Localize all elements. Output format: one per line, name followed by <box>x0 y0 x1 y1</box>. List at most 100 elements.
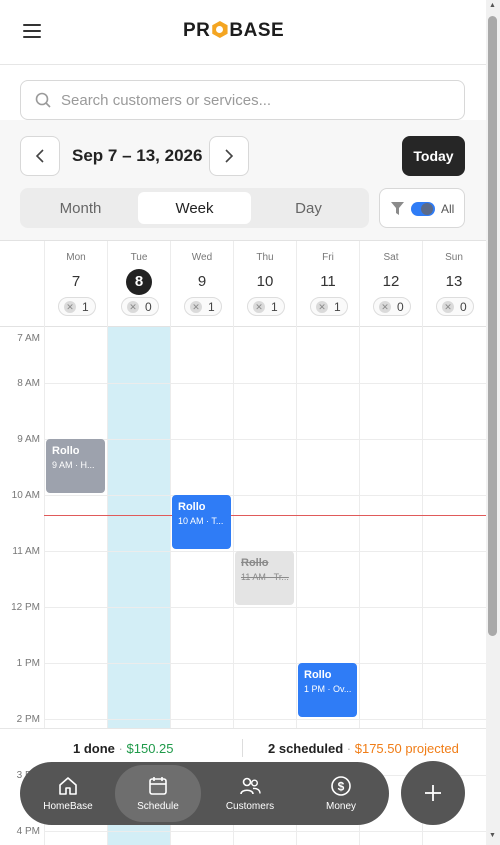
current-time-line <box>44 515 486 516</box>
search-box <box>20 80 465 120</box>
day-header-wed[interactable]: Wed 9 ✕ 1 <box>170 241 233 326</box>
hour-line <box>44 607 486 608</box>
event-card-thu-cancelled[interactable]: Rollo 11 AM · Tr... <box>235 551 294 605</box>
prev-week-button[interactable] <box>20 136 60 176</box>
x-icon: ✕ <box>442 301 454 313</box>
search-input[interactable] <box>61 81 456 119</box>
x-icon: ✕ <box>253 301 265 313</box>
x-icon: ✕ <box>379 301 391 313</box>
brand-logo: PR BASE <box>183 20 285 41</box>
view-switcher: Month Week Day <box>20 188 369 228</box>
home-icon <box>59 777 77 795</box>
done-summary: 1 done · $150.25 <box>73 741 174 756</box>
view-day-option[interactable]: Day <box>252 192 365 224</box>
search-area <box>0 65 486 120</box>
next-week-button[interactable] <box>209 136 249 176</box>
date-range-label: Sep 7 – 13, 2026 <box>72 146 203 165</box>
filter-label: All <box>441 202 455 216</box>
top-bar: PR BASE <box>0 0 486 65</box>
scrollbar-thumb[interactable] <box>488 16 497 636</box>
job-count-badge: ✕ 0 <box>373 297 411 316</box>
scheduled-summary: 2 scheduled · $175.50 projected <box>268 741 459 756</box>
hour-line <box>44 663 486 664</box>
day-header-sat[interactable]: Sat 12 ✕ 0 <box>359 241 422 326</box>
day-header-thu[interactable]: Thu 10 ✕ 1 <box>233 241 296 326</box>
hour-line <box>44 383 486 384</box>
users-icon <box>240 777 261 795</box>
tab-customers[interactable]: Customers <box>207 762 293 825</box>
page-scrollbar[interactable]: ▲ ▼ <box>486 0 500 845</box>
view-week-option[interactable]: Week <box>138 192 251 224</box>
menu-icon[interactable] <box>23 24 41 40</box>
hour-label: 12 PM <box>11 602 40 613</box>
tab-schedule[interactable]: Schedule <box>115 762 201 825</box>
scroll-down-icon[interactable]: ▼ <box>489 832 496 839</box>
day-header-sun[interactable]: Sun 13 ✕ 0 <box>422 241 485 326</box>
day-number: 13 <box>445 273 463 290</box>
header-divider <box>0 326 486 327</box>
hour-label: 2 PM <box>16 714 40 725</box>
event-subtitle: 1 PM · Ov... <box>304 684 352 694</box>
done-amount: $150.25 <box>126 741 174 756</box>
filter-button[interactable]: All <box>379 188 465 228</box>
logo-hex-icon <box>212 21 228 38</box>
x-icon: ✕ <box>64 301 76 313</box>
day-header-tue[interactable]: Tue 8 ✕ 0 <box>107 241 170 326</box>
tab-homebase[interactable]: HomeBase <box>25 762 111 825</box>
tab-money[interactable]: $ Money <box>298 762 384 825</box>
tab-label: Money <box>325 801 356 812</box>
tab-label: Schedule <box>137 801 179 812</box>
event-title: Rollo <box>52 445 80 457</box>
day-name: Sat <box>383 252 399 263</box>
svg-text:$: $ <box>338 780 345 794</box>
job-count-badge: ✕ 1 <box>58 297 96 316</box>
add-button[interactable] <box>401 761 465 825</box>
filter-icon <box>391 202 404 215</box>
day-name: Wed <box>191 252 213 263</box>
event-card-fri[interactable]: Rollo 1 PM · Ov... <box>298 663 357 717</box>
chevron-right-icon <box>225 149 234 163</box>
calendar-controls: Sep 7 – 13, 2026 Today Month Week Day Al… <box>0 120 486 240</box>
event-card-wed[interactable]: Rollo 10 AM · T... <box>172 495 231 549</box>
dollar-icon: $ <box>331 776 351 796</box>
view-month-option[interactable]: Month <box>24 192 137 224</box>
scroll-up-icon[interactable]: ▲ <box>489 2 496 9</box>
event-subtitle: 10 AM · T... <box>178 516 224 526</box>
hour-label: 11 AM <box>12 546 40 557</box>
x-icon: ✕ <box>127 301 139 313</box>
day-name: Fri <box>322 252 334 263</box>
job-count-badge: ✕ 1 <box>310 297 348 316</box>
hour-line <box>44 439 486 440</box>
event-card-mon[interactable]: Rollo 9 AM · H... <box>46 439 105 493</box>
filter-toggle[interactable] <box>411 202 435 216</box>
day-header-fri[interactable]: Fri 11 ✕ 1 <box>296 241 359 326</box>
day-header-mon[interactable]: Mon 7 ✕ 1 <box>44 241 107 326</box>
chevron-left-icon <box>35 149 44 163</box>
day-name: Tue <box>130 252 148 263</box>
job-count-badge: ✕ 1 <box>184 297 222 316</box>
x-icon: ✕ <box>190 301 202 313</box>
search-icon <box>35 92 51 108</box>
tab-label: HomeBase <box>43 801 93 812</box>
calendar-icon <box>149 777 167 795</box>
day-number: 9 <box>197 273 207 290</box>
day-number: 7 <box>71 273 81 290</box>
day-number: 12 <box>382 273 400 290</box>
hour-label: 9 AM <box>17 434 40 445</box>
today-button[interactable]: Today <box>402 136 465 176</box>
bottom-tab-bar: HomeBase Schedule Customers $ Money <box>20 762 389 825</box>
hour-label: 7 AM <box>17 333 40 344</box>
event-subtitle: 9 AM · H... <box>52 460 95 470</box>
x-icon: ✕ <box>316 301 328 313</box>
day-name: Sun <box>445 252 463 263</box>
hour-label: 10 AM <box>11 490 40 501</box>
hour-line <box>44 495 486 496</box>
hour-label: 4 PM <box>16 826 40 837</box>
job-count-badge: ✕ 0 <box>436 297 474 316</box>
plus-icon <box>425 785 441 801</box>
hour-label: 8 AM <box>17 378 40 389</box>
day-number-today: 8 <box>108 269 170 295</box>
tab-label: Customers <box>225 801 275 812</box>
day-name: Mon <box>66 252 86 263</box>
hour-label: 1 PM <box>16 658 40 669</box>
